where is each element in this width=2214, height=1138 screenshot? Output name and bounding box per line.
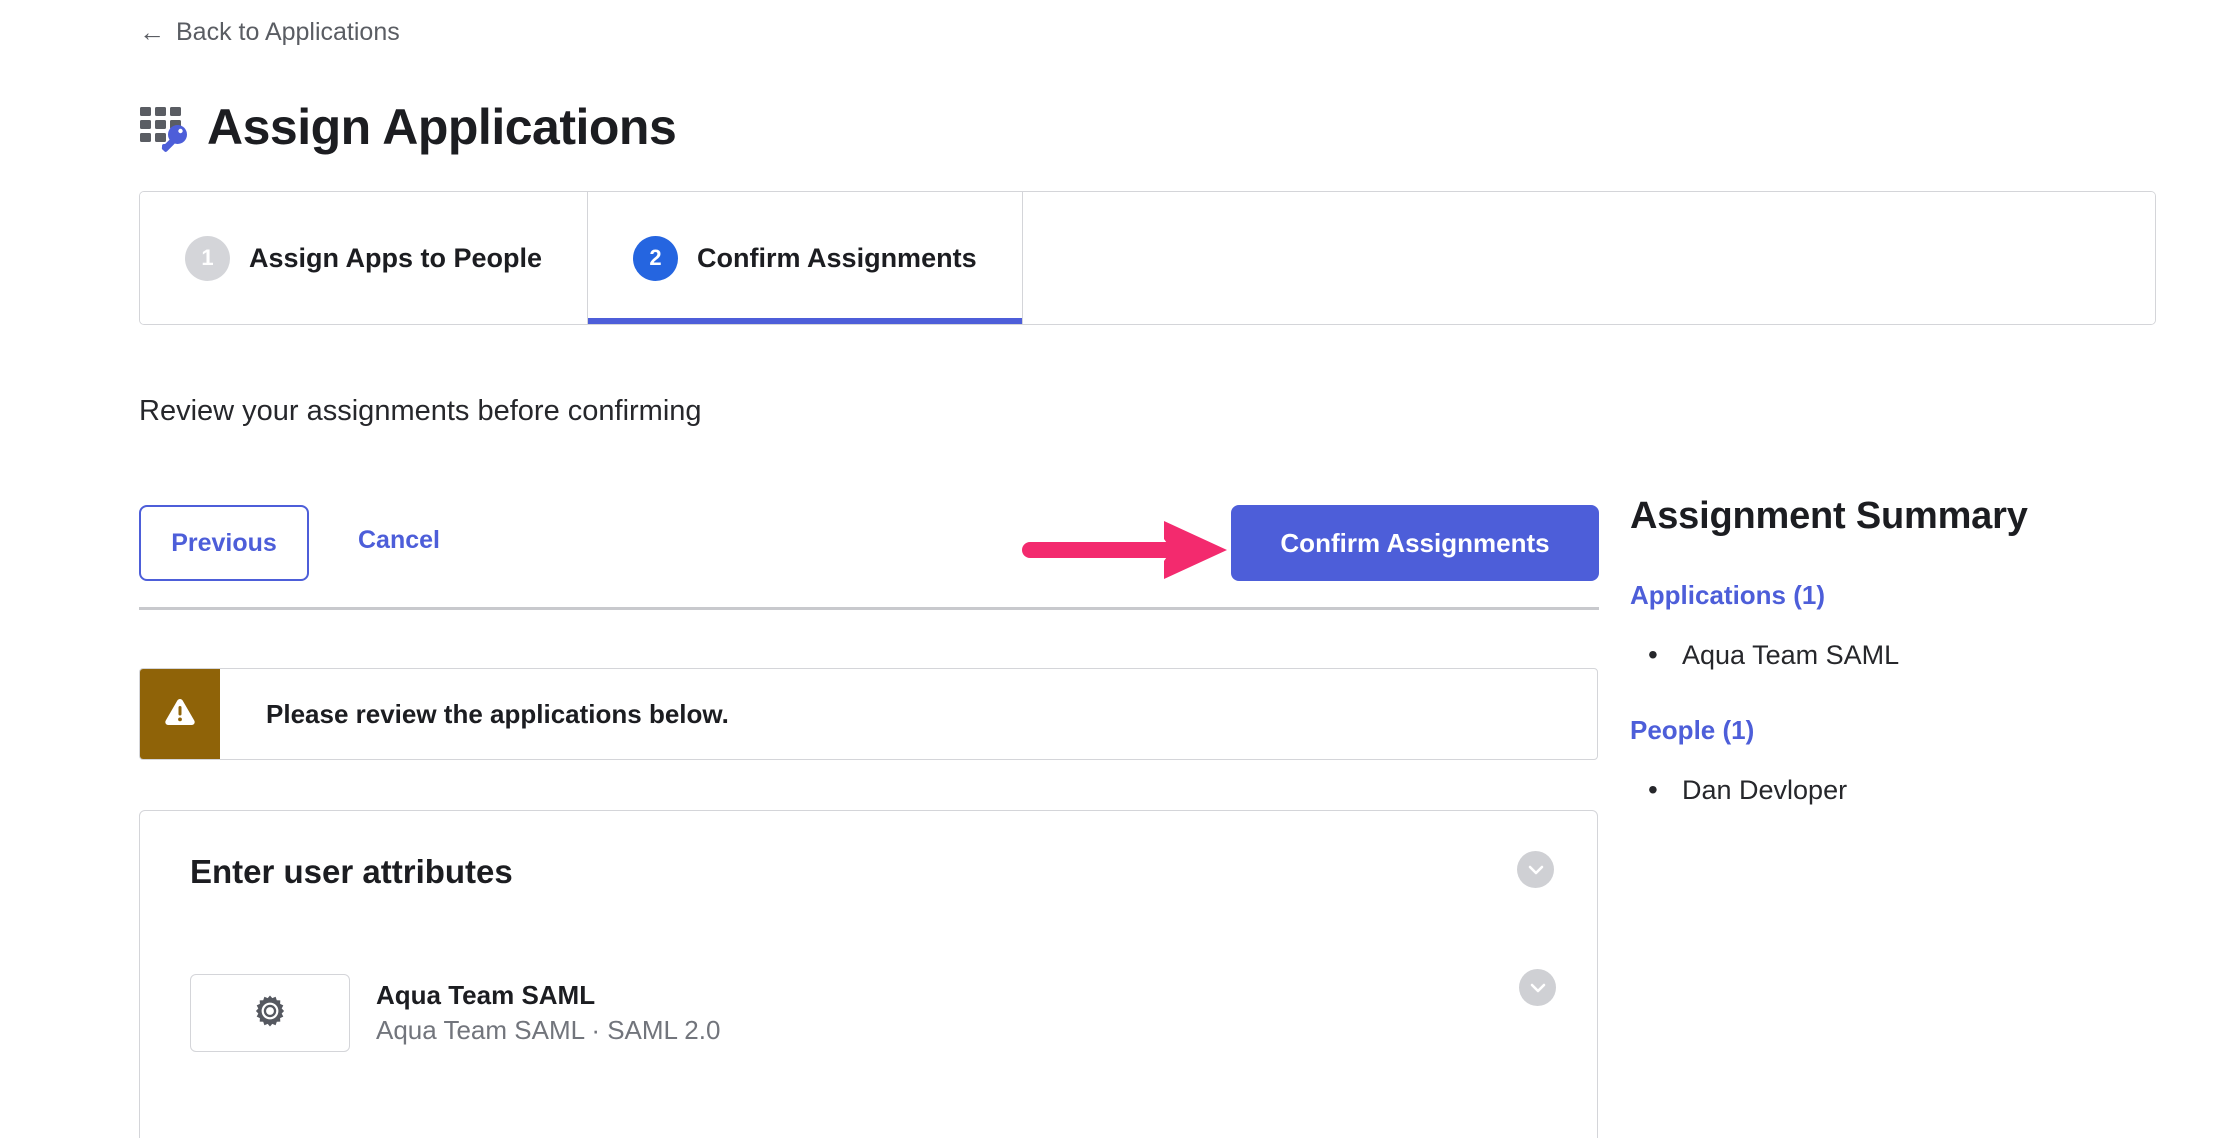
tab-assign-apps-to-people[interactable]: 1 Assign Apps to People	[140, 192, 589, 324]
apps-key-icon	[137, 98, 195, 156]
chevron-down-icon-app-toggle[interactable]	[1519, 969, 1556, 1006]
application-name: Aqua Team SAML	[376, 980, 596, 1010]
cancel-button[interactable]: Cancel	[358, 526, 440, 555]
enter-user-attributes-card: Enter user attributes Aqua Team SAML Aqu…	[139, 810, 1598, 1138]
wizard-tabs: 1 Assign Apps to People 2 Confirm Assign…	[139, 191, 2156, 325]
warning-banner: Please review the applications below.	[139, 668, 1598, 760]
arrow-right-annotation	[1022, 519, 1237, 581]
application-row: Aqua Team SAML Aqua Team SAML · SAML 2.0	[190, 974, 720, 1052]
tab-step-badge: 1	[185, 235, 230, 281]
page-subtitle: Review your assignments before confirmin…	[139, 395, 702, 427]
tab-label: Confirm Assignments	[697, 242, 977, 273]
application-subtitle: Aqua Team SAML · SAML 2.0	[376, 1015, 721, 1045]
page-title-row: Assign Applications	[137, 98, 677, 156]
assignment-summary-panel: Assignment Summary Applications (1) Aqua…	[1630, 495, 2150, 808]
application-meta: Aqua Team SAML Aqua Team SAML · SAML 2.0	[376, 980, 720, 1046]
tab-label: Assign Apps to People	[249, 242, 543, 273]
summary-group-list: Dan Devloper	[1630, 772, 2150, 808]
gear-icon	[253, 994, 287, 1033]
back-link-label: Back to Applications	[176, 18, 400, 46]
summary-group-people: People (1) Dan Devloper	[1630, 715, 2150, 808]
assign-applications-page: ← Back to Applications Assign Applicatio…	[0, 0, 2214, 1138]
summary-group-heading: Applications (1)	[1630, 580, 1826, 610]
chevron-down-icon-card-toggle[interactable]	[1517, 851, 1554, 888]
back-to-applications-link[interactable]: ← Back to Applications	[139, 18, 400, 47]
tabs-filler	[1022, 192, 2155, 324]
application-logo	[190, 974, 350, 1052]
action-bar: Previous Cancel Confirm Assignments	[139, 505, 1599, 581]
warning-icon-container	[140, 669, 220, 759]
summary-group-list: Aqua Team SAML	[1630, 637, 2150, 673]
confirm-assignments-button[interactable]: Confirm Assignments	[1231, 505, 1599, 581]
summary-group-heading: People (1)	[1630, 714, 1755, 745]
summary-group-applications: Applications (1) Aqua Team SAML	[1630, 580, 2150, 673]
summary-title: Assignment Summary	[1630, 495, 2028, 537]
page-title: Assign Applications	[207, 99, 677, 155]
actions-divider	[139, 607, 1599, 610]
warning-triangle-icon	[163, 696, 197, 733]
previous-button[interactable]: Previous	[139, 505, 309, 581]
tab-step-badge: 2	[633, 235, 679, 281]
list-item: Aqua Team SAML	[1630, 637, 2150, 673]
tab-confirm-assignments[interactable]: 2 Confirm Assignments	[588, 192, 1023, 324]
card-title: Enter user attributes	[190, 853, 513, 890]
list-item: Dan Devloper	[1630, 772, 2150, 808]
warning-message: Please review the applications below.	[266, 698, 729, 729]
arrow-left-icon: ←	[139, 16, 165, 47]
